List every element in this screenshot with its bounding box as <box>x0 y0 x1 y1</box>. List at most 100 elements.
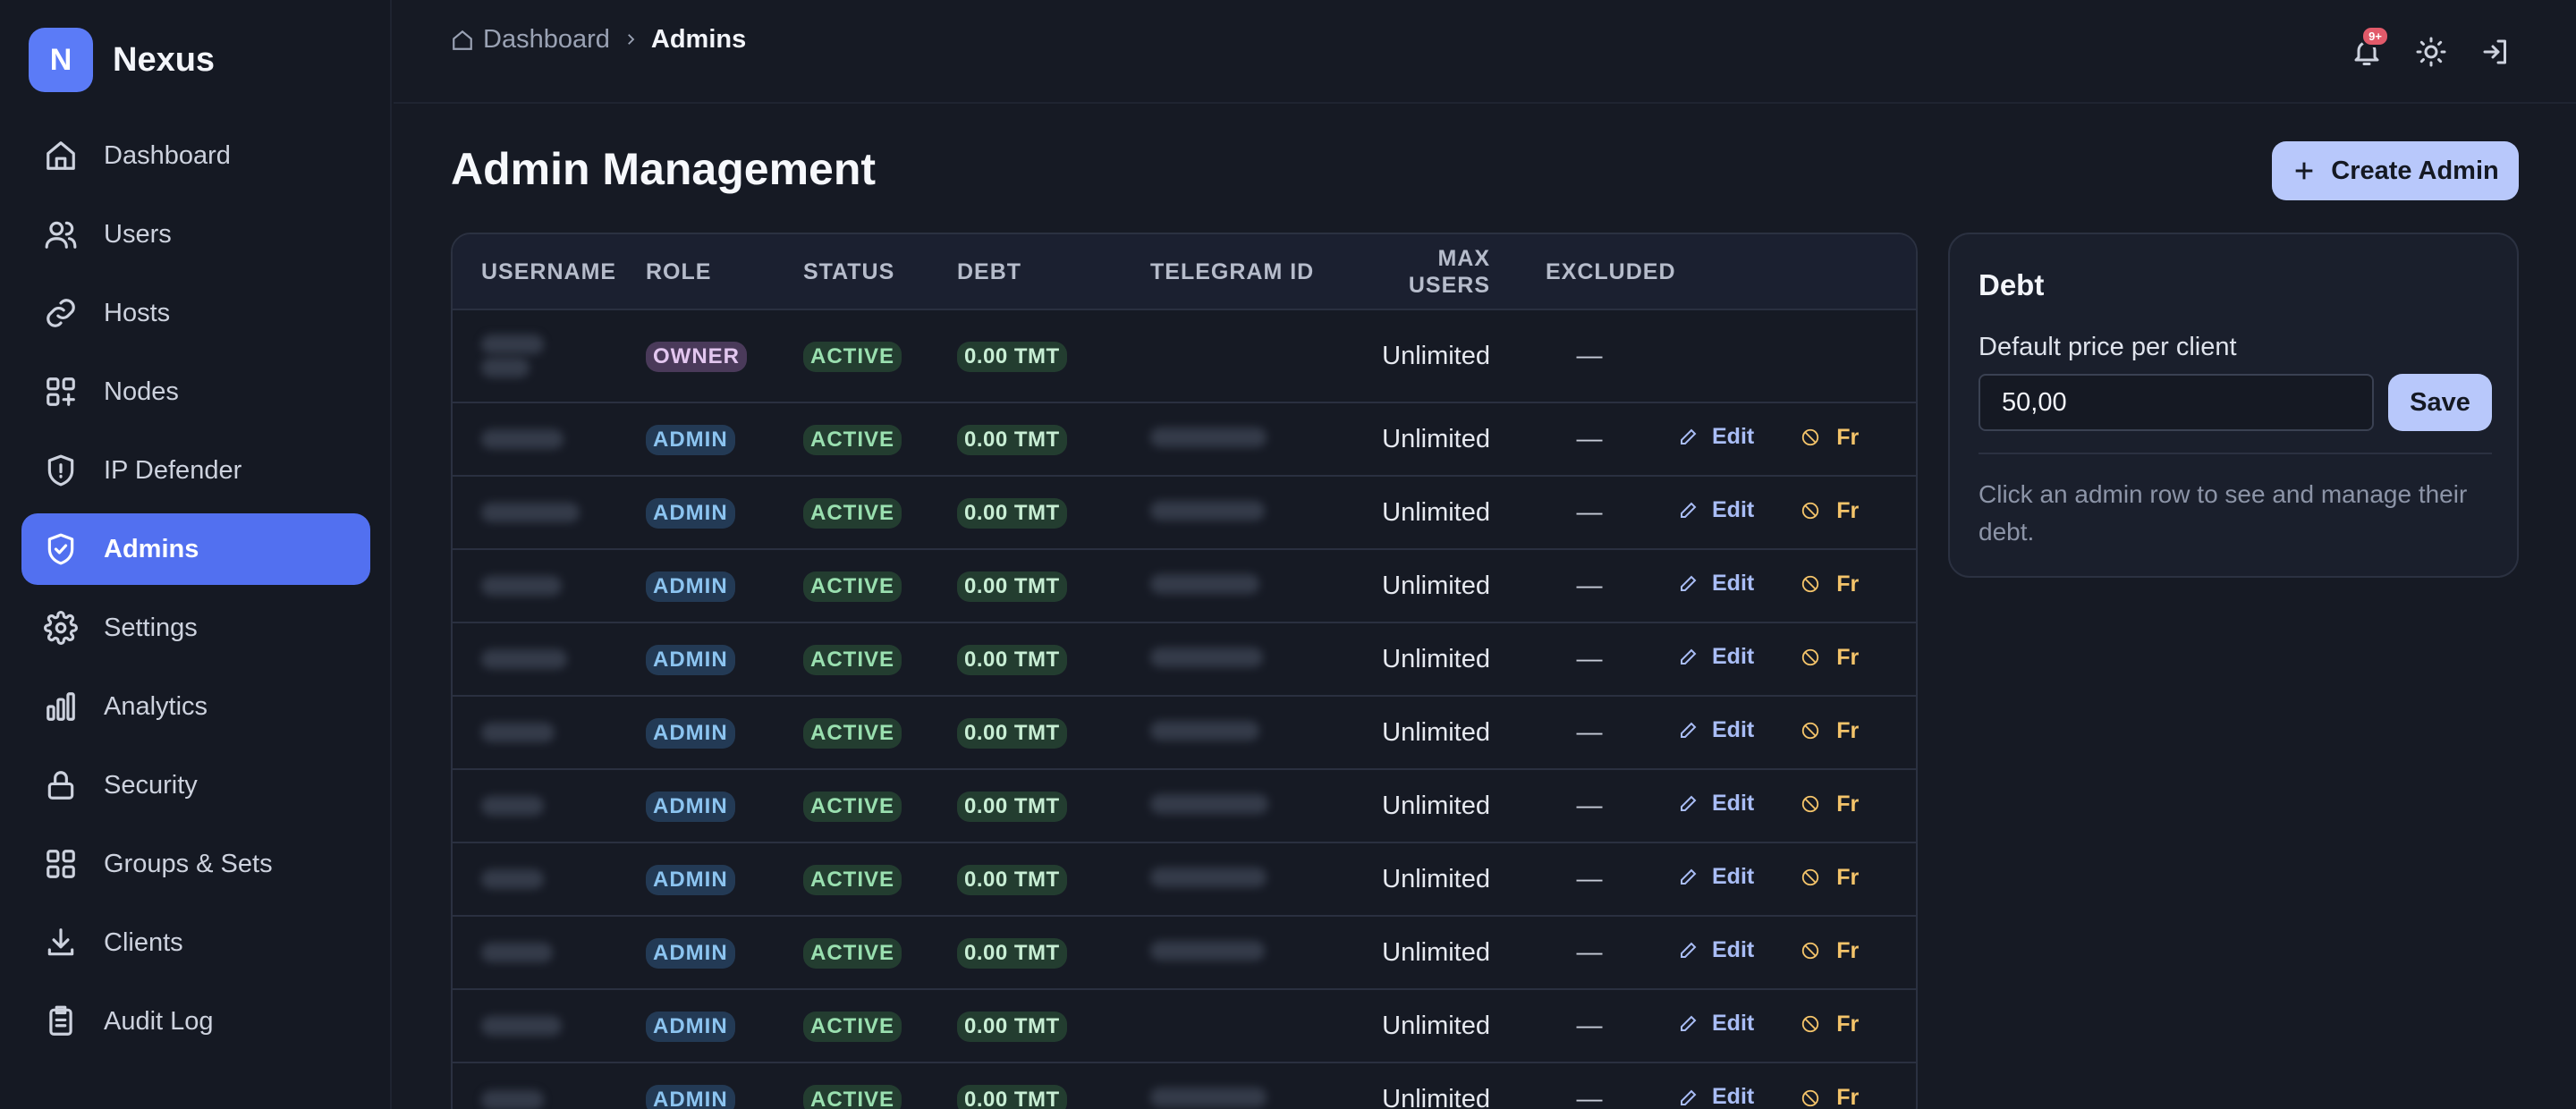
column-header-telegram-id[interactable]: TELEGRAM ID <box>1136 234 1358 309</box>
cell-role: ADMIN <box>646 1062 803 1109</box>
sidebar-item-settings[interactable]: Settings <box>21 592 370 664</box>
cell-actions: Edit Fr <box>1678 476 1916 549</box>
edit-admin-button[interactable]: Edit <box>1678 1084 1754 1109</box>
sidebar-item-audit-log[interactable]: Audit Log <box>21 986 370 1057</box>
freeze-admin-button[interactable]: Fr <box>1801 718 1859 744</box>
freeze-admin-button[interactable]: Fr <box>1801 425 1859 451</box>
sidebar-item-groups-sets[interactable]: Groups & Sets <box>21 828 370 900</box>
cell-status: ACTIVE <box>803 549 957 622</box>
edit-admin-button[interactable]: Edit <box>1678 864 1754 890</box>
pencil-icon <box>1681 1089 1697 1105</box>
sidebar-item-analytics[interactable]: Analytics <box>21 671 370 742</box>
table-row[interactable]: ADMIN ACTIVE 0.00 TMT Unlimited — Edit F… <box>453 402 1916 476</box>
cell-status: ACTIVE <box>803 622 957 696</box>
cell-actions: Edit Fr <box>1678 549 1916 622</box>
cell-role: ADMIN <box>646 402 803 476</box>
table-row[interactable]: ADMIN ACTIVE 0.00 TMT Unlimited — Edit F… <box>453 476 1916 549</box>
column-header-debt[interactable]: DEBT <box>957 234 1136 309</box>
cell-excluded: — <box>1576 341 1603 370</box>
brand[interactable]: N Nexus <box>29 28 215 92</box>
debt-panel-hint: Click an admin row to see and manage the… <box>1979 480 2468 546</box>
theme-toggle-button[interactable] <box>2406 27 2456 77</box>
edit-admin-button[interactable]: Edit <box>1678 717 1754 743</box>
sidebar-item-users[interactable]: Users <box>21 199 370 270</box>
freeze-admin-button[interactable]: Fr <box>1801 1085 1859 1109</box>
freeze-admin-button[interactable]: Fr <box>1801 1012 1859 1037</box>
edit-admin-button[interactable]: Edit <box>1678 937 1754 963</box>
column-header-excluded[interactable]: EXCLUDED <box>1501 234 1678 309</box>
table-row[interactable]: ADMIN ACTIVE 0.00 TMT Unlimited — Edit F… <box>453 549 1916 622</box>
table-row[interactable]: OWNER ACTIVE 0.00 TMT Unlimited — <box>453 309 1916 402</box>
shield-check-icon <box>43 531 79 567</box>
status-badge: ACTIVE <box>803 791 902 822</box>
cell-telegram-id <box>1136 476 1358 549</box>
logout-button[interactable] <box>2470 27 2521 77</box>
breadcrumb-home[interactable]: Dashboard <box>451 25 610 55</box>
status-badge: ACTIVE <box>803 424 902 455</box>
cell-username <box>453 1062 646 1109</box>
table-row[interactable]: ADMIN ACTIVE 0.00 TMT Unlimited — Edit F… <box>453 622 1916 696</box>
freeze-admin-button[interactable]: Fr <box>1801 792 1859 817</box>
table-row[interactable]: ADMIN ACTIVE 0.00 TMT Unlimited — Edit F… <box>453 696 1916 769</box>
sidebar-item-clients[interactable]: Clients <box>21 907 370 978</box>
breadcrumb: Dashboard Admins <box>451 25 746 55</box>
table-row[interactable]: ADMIN ACTIVE 0.00 TMT Unlimited — Edit F… <box>453 842 1916 916</box>
freeze-label: Fr <box>1836 717 1860 743</box>
sidebar-item-dashboard[interactable]: Dashboard <box>21 120 370 191</box>
cell-excluded: — <box>1576 497 1603 527</box>
logout-icon <box>2483 39 2506 64</box>
cell-excluded: — <box>1576 424 1603 453</box>
column-header-username[interactable]: USERNAME <box>453 234 646 309</box>
notifications-button[interactable]: 9+ <box>2342 25 2392 77</box>
save-price-button[interactable]: Save <box>2388 374 2492 431</box>
edit-admin-button[interactable]: Edit <box>1678 424 1754 450</box>
cell-telegram-id <box>1136 402 1358 476</box>
default-price-input[interactable] <box>1979 374 2374 431</box>
debt-badge: 0.00 TMT <box>957 424 1067 455</box>
debt-badge: 0.00 TMT <box>957 717 1067 749</box>
cell-role: ADMIN <box>646 916 803 989</box>
sidebar-item-security[interactable]: Security <box>21 749 370 821</box>
column-header-max-users[interactable]: MAX USERS <box>1358 234 1501 309</box>
edit-label: Edit <box>1712 1084 1755 1109</box>
table-row[interactable]: ADMIN ACTIVE 0.00 TMT Unlimited — Edit F… <box>453 989 1916 1062</box>
edit-admin-button[interactable]: Edit <box>1678 791 1754 817</box>
table-row[interactable]: ADMIN ACTIVE 0.00 TMT Unlimited — Edit F… <box>453 916 1916 989</box>
pencil-icon <box>1681 1015 1697 1032</box>
edit-label: Edit <box>1712 643 1755 669</box>
cell-role: ADMIN <box>646 622 803 696</box>
edit-admin-button[interactable]: Edit <box>1678 497 1754 523</box>
sidebar-item-ip-defender[interactable]: IP Defender <box>21 435 370 506</box>
sidebar-item-label: Settings <box>104 613 198 642</box>
cell-role: ADMIN <box>646 842 803 916</box>
link-icon <box>43 295 79 331</box>
sidebar-item-label: Users <box>104 219 172 249</box>
table-row[interactable]: ADMIN ACTIVE 0.00 TMT Unlimited — Edit F… <box>453 1062 1916 1109</box>
create-admin-button[interactable]: Create Admin <box>2272 141 2519 200</box>
sidebar-item-hosts[interactable]: Hosts <box>21 277 370 349</box>
edit-admin-button[interactable]: Edit <box>1678 571 1754 597</box>
cell-max-users: Unlimited <box>1382 1085 1490 1109</box>
cell-actions: Edit Fr <box>1678 989 1916 1062</box>
edit-admin-button[interactable]: Edit <box>1678 644 1754 670</box>
freeze-admin-button[interactable]: Fr <box>1801 498 1859 524</box>
cell-actions: Edit Fr <box>1678 916 1916 989</box>
table-row[interactable]: ADMIN ACTIVE 0.00 TMT Unlimited — Edit F… <box>453 769 1916 842</box>
pencil-icon <box>1681 795 1697 812</box>
sidebar-item-nodes[interactable]: Nodes <box>21 356 370 428</box>
edit-label: Edit <box>1712 1010 1755 1036</box>
ban-icon <box>1802 1016 1819 1033</box>
cell-debt: 0.00 TMT <box>957 549 1136 622</box>
edit-admin-button[interactable]: Edit <box>1678 1011 1754 1037</box>
debt-badge: 0.00 TMT <box>957 571 1067 602</box>
sidebar-item-admins[interactable]: Admins <box>21 513 370 585</box>
freeze-admin-button[interactable]: Fr <box>1801 571 1859 597</box>
debt-badge: 0.00 TMT <box>957 341 1067 372</box>
column-header-role[interactable]: ROLE <box>646 234 803 309</box>
cell-status: ACTIVE <box>803 476 957 549</box>
role-badge: ADMIN <box>646 424 735 455</box>
column-header-status[interactable]: STATUS <box>803 234 957 309</box>
freeze-admin-button[interactable]: Fr <box>1801 865 1859 891</box>
freeze-admin-button[interactable]: Fr <box>1801 938 1859 964</box>
freeze-admin-button[interactable]: Fr <box>1801 645 1859 671</box>
